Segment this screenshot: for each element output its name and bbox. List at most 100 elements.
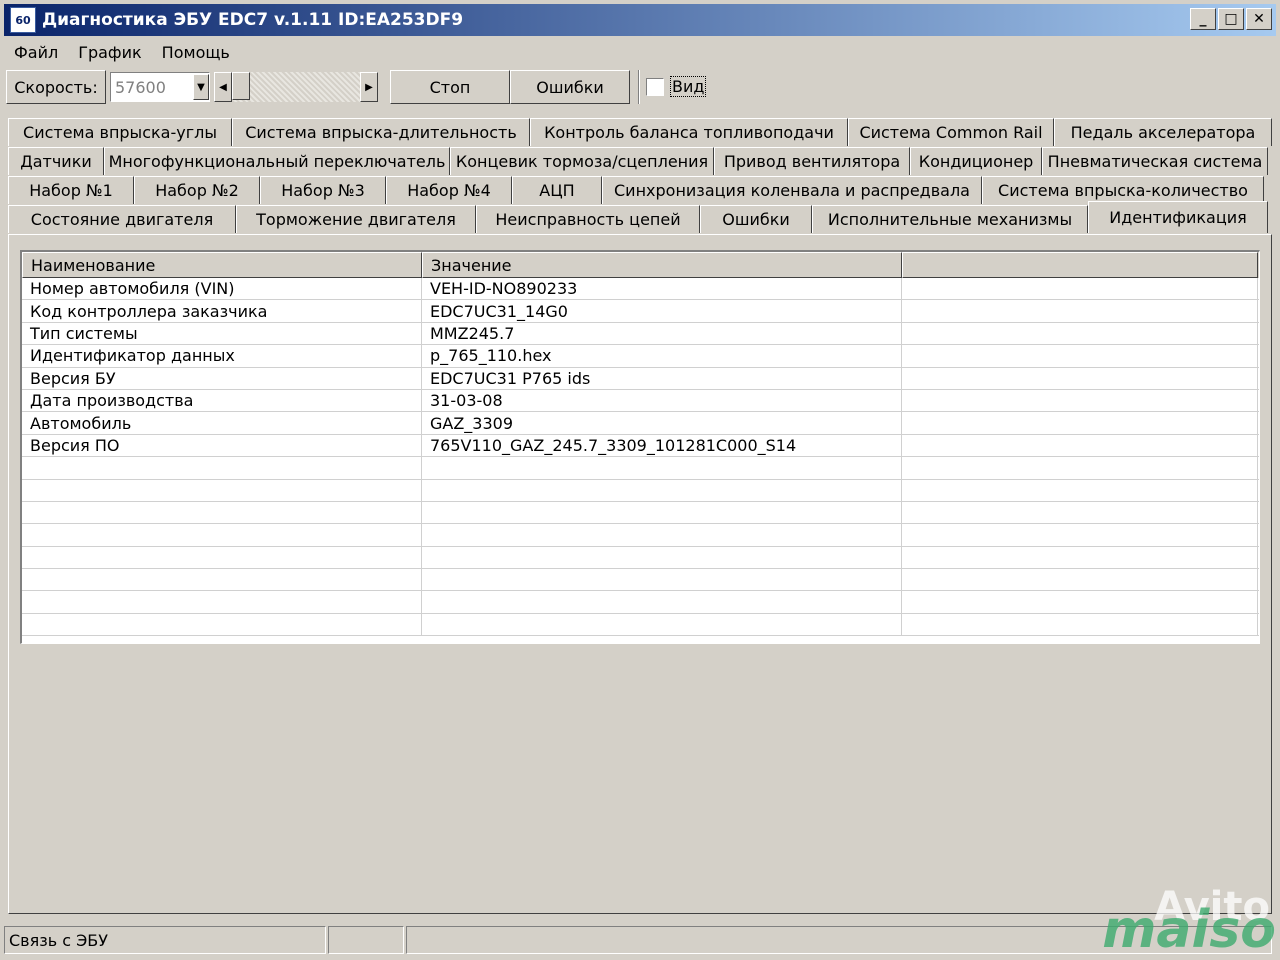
table-cell[interactable]: Версия ПО bbox=[22, 434, 422, 457]
table-cell[interactable]: Код контроллера заказчика bbox=[22, 300, 422, 322]
tab-injection-quantity[interactable]: Система впрыска-количество bbox=[982, 176, 1264, 204]
table-cell[interactable]: Номер автомобиля (VIN) bbox=[22, 278, 422, 300]
menu-help[interactable]: Помощь bbox=[152, 43, 240, 62]
tab-engine-state[interactable]: Состояние двигателя bbox=[8, 205, 236, 233]
table-cell[interactable]: GAZ_3309 bbox=[422, 412, 902, 434]
tab-set-2[interactable]: Набор №2 bbox=[134, 176, 260, 204]
table-cell[interactable] bbox=[22, 501, 422, 524]
minimize-button[interactable]: _ bbox=[1190, 8, 1216, 30]
table-cell[interactable] bbox=[422, 457, 902, 479]
table-cell[interactable]: Тип системы bbox=[22, 322, 422, 345]
table-cell[interactable] bbox=[22, 569, 422, 591]
maximize-button[interactable]: □ bbox=[1218, 8, 1244, 30]
table-cell[interactable] bbox=[902, 591, 1258, 613]
table-row[interactable] bbox=[22, 546, 1259, 570]
table-row[interactable] bbox=[22, 569, 1259, 592]
table-cell[interactable] bbox=[22, 613, 422, 636]
table-row[interactable]: Версия ПО 765V110_GAZ_245.7_3309_101281C0… bbox=[22, 434, 1259, 458]
tab-errors[interactable]: Ошибки bbox=[700, 205, 812, 233]
table-cell[interactable] bbox=[22, 457, 422, 479]
tab-air-conditioner[interactable]: Кондиционер bbox=[910, 147, 1042, 175]
errors-button[interactable]: Ошибки bbox=[510, 70, 630, 104]
table-cell[interactable] bbox=[22, 524, 422, 546]
table-cell[interactable] bbox=[422, 569, 902, 591]
tab-injection-duration[interactable]: Система впрыска-длительность bbox=[232, 118, 530, 146]
table-row[interactable]: Дата производства 31-03-08 bbox=[22, 389, 1259, 413]
table-row[interactable]: Автомобиль GAZ_3309 bbox=[22, 412, 1259, 435]
table-cell[interactable] bbox=[902, 546, 1258, 569]
table-cell[interactable]: Автомобиль bbox=[22, 412, 422, 434]
table-cell[interactable] bbox=[422, 524, 902, 546]
table-cell[interactable]: Версия БУ bbox=[22, 367, 422, 389]
tab-crank-cam-sync[interactable]: Синхронизация коленвала и распредвала bbox=[602, 176, 982, 204]
column-header-extra[interactable] bbox=[902, 252, 1258, 278]
table-cell[interactable]: VEH-ID-NO890233 bbox=[422, 278, 902, 300]
tab-actuators[interactable]: Исполнительные механизмы bbox=[812, 205, 1088, 233]
table-cell[interactable]: 765V110_GAZ_245.7_3309_101281C000_S14 bbox=[422, 434, 902, 457]
table-cell[interactable] bbox=[902, 389, 1258, 412]
table-cell[interactable] bbox=[22, 591, 422, 613]
table-row[interactable] bbox=[22, 591, 1259, 614]
table-cell[interactable]: MMZ245.7 bbox=[422, 322, 902, 345]
stop-button[interactable]: Стоп bbox=[390, 70, 510, 104]
menu-chart[interactable]: График bbox=[68, 43, 151, 62]
table-row[interactable]: Идентификатор данных p_765_110.hex bbox=[22, 345, 1259, 368]
close-button[interactable]: ✕ bbox=[1246, 8, 1272, 30]
table-row[interactable] bbox=[22, 613, 1259, 637]
table-cell[interactable] bbox=[902, 479, 1258, 501]
menu-file[interactable]: Файл bbox=[4, 43, 68, 62]
table-cell[interactable]: 31-03-08 bbox=[422, 389, 902, 412]
identification-grid[interactable]: Наименование Значение Номер автомобиля (… bbox=[20, 250, 1260, 644]
table-cell[interactable] bbox=[422, 613, 902, 636]
tab-multifunction-switch[interactable]: Многофункциональный переключатель bbox=[104, 147, 450, 175]
tab-adc[interactable]: АЦП bbox=[512, 176, 602, 204]
view-checkbox[interactable] bbox=[646, 78, 664, 96]
view-checkbox-label[interactable]: Вид bbox=[670, 76, 707, 97]
table-cell[interactable] bbox=[902, 524, 1258, 546]
scroll-track[interactable] bbox=[232, 72, 360, 102]
table-cell[interactable] bbox=[22, 546, 422, 569]
tab-set-3[interactable]: Набор №3 bbox=[260, 176, 386, 204]
table-cell[interactable] bbox=[902, 434, 1258, 457]
table-cell[interactable]: Идентификатор данных bbox=[22, 345, 422, 367]
table-cell[interactable] bbox=[902, 345, 1258, 367]
speed-combobox[interactable]: 57600 ▼ bbox=[110, 72, 210, 102]
table-cell[interactable]: Дата производства bbox=[22, 389, 422, 412]
table-cell[interactable] bbox=[902, 300, 1258, 322]
table-cell[interactable] bbox=[22, 479, 422, 501]
table-cell[interactable] bbox=[422, 479, 902, 501]
table-row[interactable] bbox=[22, 524, 1259, 547]
table-cell[interactable] bbox=[422, 591, 902, 613]
table-cell[interactable]: EDC7UC31_14G0 bbox=[422, 300, 902, 322]
scroll-right-button[interactable]: ▶ bbox=[360, 72, 378, 102]
table-cell[interactable] bbox=[422, 546, 902, 569]
table-cell[interactable] bbox=[902, 501, 1258, 524]
tab-set-1[interactable]: Набор №1 bbox=[8, 176, 134, 204]
table-cell[interactable] bbox=[902, 569, 1258, 591]
scroll-thumb[interactable] bbox=[232, 72, 250, 100]
tab-injection-angles[interactable]: Система впрыска-углы bbox=[8, 118, 232, 146]
table-cell[interactable] bbox=[902, 367, 1258, 389]
tab-fuel-balance[interactable]: Контроль баланса топливоподачи bbox=[530, 118, 848, 146]
table-row[interactable] bbox=[22, 501, 1259, 525]
table-cell[interactable]: p_765_110.hex bbox=[422, 345, 902, 367]
table-cell[interactable]: EDC7UC31 P765 ids bbox=[422, 367, 902, 389]
tab-common-rail[interactable]: Система Common Rail bbox=[848, 118, 1054, 146]
tab-sensors[interactable]: Датчики bbox=[8, 147, 104, 175]
table-row[interactable]: Код контроллера заказчика EDC7UC31_14G0 bbox=[22, 300, 1259, 323]
table-cell[interactable] bbox=[902, 322, 1258, 345]
table-row[interactable]: Номер автомобиля (VIN) VEH-ID-NO890233 bbox=[22, 278, 1259, 301]
table-cell[interactable] bbox=[902, 613, 1258, 636]
tab-set-4[interactable]: Набор №4 bbox=[386, 176, 512, 204]
table-row[interactable]: Версия БУ EDC7UC31 P765 ids bbox=[22, 367, 1259, 390]
column-header-name[interactable]: Наименование bbox=[22, 252, 422, 278]
table-cell[interactable] bbox=[422, 501, 902, 524]
table-row[interactable] bbox=[22, 457, 1259, 480]
tab-pneumatic-system[interactable]: Пневматическая система bbox=[1042, 147, 1268, 175]
tab-fan-drive[interactable]: Привод вентилятора bbox=[714, 147, 910, 175]
tab-accelerator-pedal[interactable]: Педаль акселератора bbox=[1054, 118, 1272, 146]
tab-identification[interactable]: Идентификация bbox=[1088, 201, 1268, 233]
table-row[interactable] bbox=[22, 479, 1259, 502]
table-row[interactable]: Тип системы MMZ245.7 bbox=[22, 322, 1259, 346]
tab-engine-braking[interactable]: Торможение двигателя bbox=[236, 205, 476, 233]
